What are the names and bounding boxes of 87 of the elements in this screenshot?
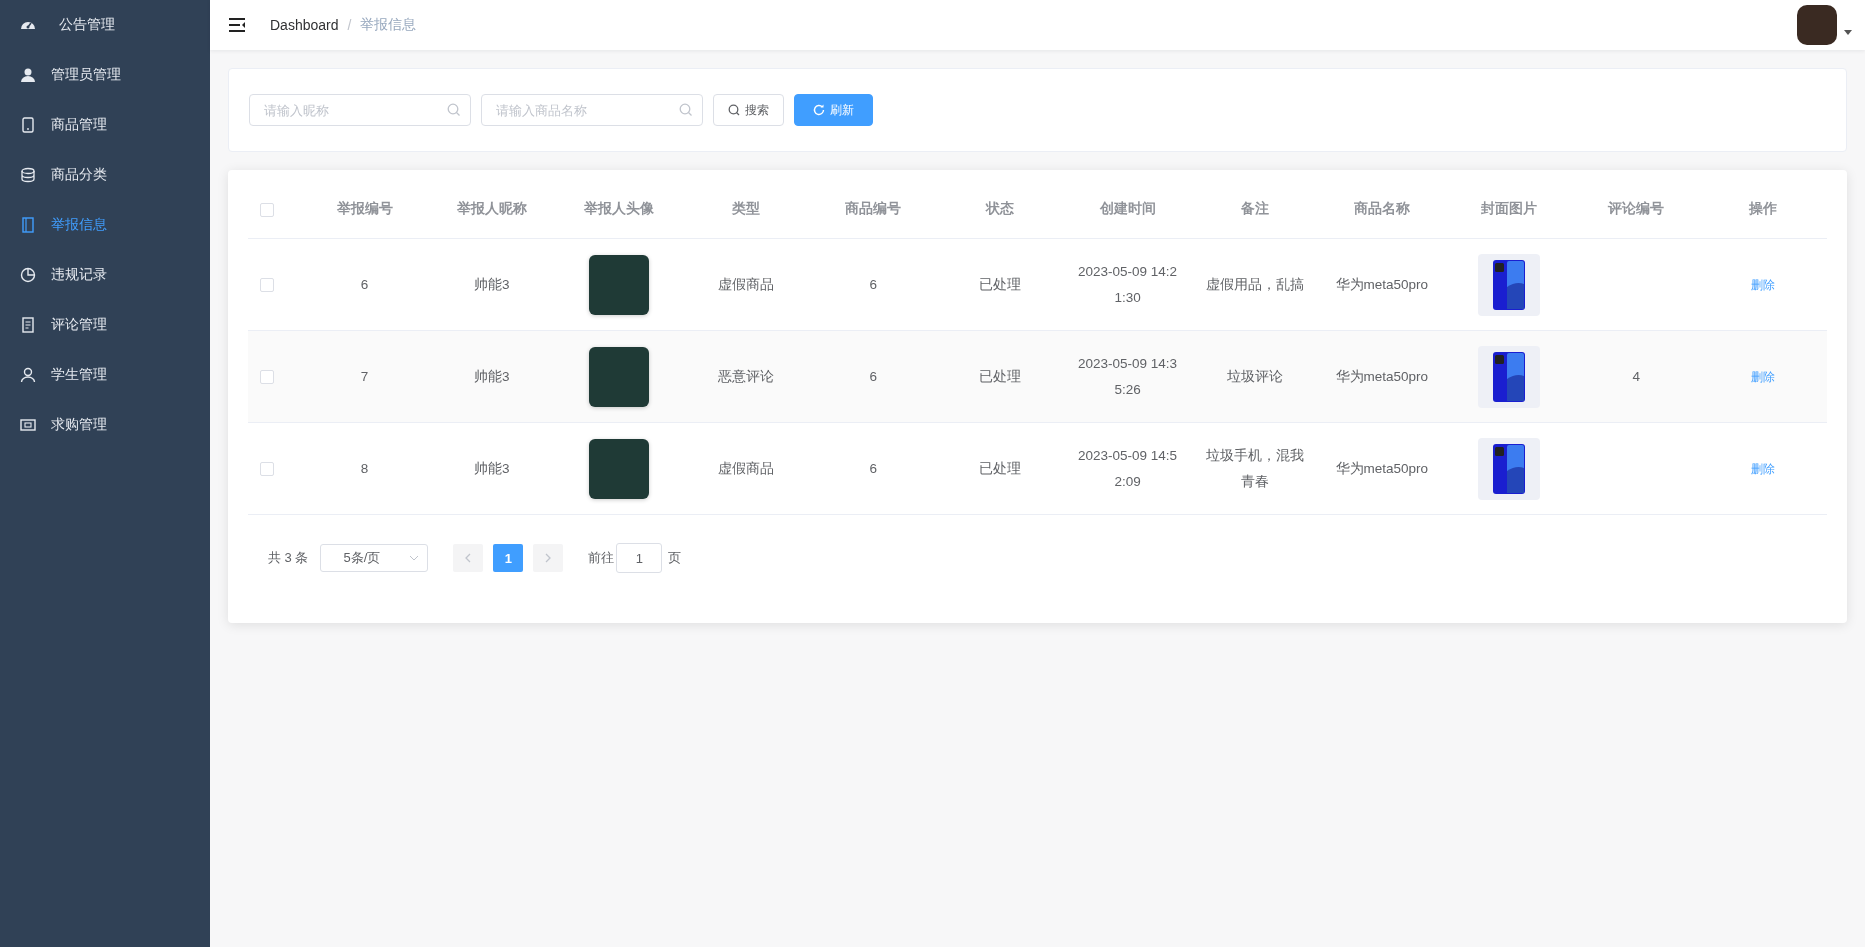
search-field[interactable]: 请输入昵称 [249, 94, 471, 126]
chevron-down-icon [409, 555, 420, 561]
phone-icon [20, 117, 36, 133]
photo-placeholder [588, 346, 649, 407]
total-count: 共 3 条 [268, 549, 309, 567]
table-cell: 2023-05-09 14:35:26 [1077, 355, 1178, 397]
sidebar-item[interactable]: 求购管理 [0, 400, 210, 450]
breadcrumb-link[interactable]: Dashboard [270, 17, 339, 33]
search-icon [679, 103, 693, 117]
search-icon [447, 103, 461, 117]
table-cell: 6 [360, 276, 369, 292]
pie-chart-icon [20, 267, 36, 283]
table-cell: 恶意评论 [718, 368, 775, 384]
photo-placeholder [588, 438, 649, 499]
search-button[interactable]: 搜索 [713, 94, 784, 126]
page-input[interactable]: 1 [616, 543, 663, 573]
page-size-select[interactable]: 5条/页 [320, 544, 429, 572]
chevron-right-icon [545, 553, 552, 563]
table-cell: 2023-05-09 14:21:30 [1077, 263, 1178, 305]
table-cell: 华为meta50pro [1335, 368, 1429, 384]
prev-page-button[interactable] [453, 544, 484, 572]
phone-image [1478, 345, 1540, 408]
breadcrumb-current: 举报信息 [360, 16, 417, 34]
refresh-icon [813, 104, 825, 116]
goto-label: 前往 [588, 549, 615, 567]
table-cell: 8 [360, 460, 369, 476]
table-cell: 6 [869, 460, 877, 476]
column-header: 类型 [732, 201, 761, 216]
table-cell: 已处理 [979, 368, 1022, 384]
select-all-checkbox[interactable] [260, 202, 274, 217]
column-header: 创建时间 [1099, 201, 1156, 216]
sidebar-item[interactable]: 商品管理 [0, 100, 210, 150]
table-cell: 4 [1632, 368, 1640, 384]
database-icon [20, 167, 36, 183]
column-header: 举报人头像 [583, 201, 654, 216]
row-checkbox[interactable] [260, 461, 274, 476]
column-header: 评论编号 [1608, 201, 1665, 216]
column-header: 封面图片 [1481, 201, 1537, 216]
table-cell: 已处理 [979, 276, 1022, 292]
search-field[interactable]: 请输入商品名称 [481, 94, 703, 126]
column-header: 举报人昵称 [456, 201, 527, 216]
sidebar-item[interactable]: 评论管理 [0, 300, 210, 350]
table-cell: 7 [360, 368, 369, 384]
column-header: 举报编号 [336, 201, 393, 216]
table-cell: 帅能3 [473, 368, 510, 384]
phone-image [1478, 437, 1540, 500]
table-cell: 已处理 [979, 460, 1022, 476]
user-icon [20, 67, 36, 83]
caret-down-icon [1843, 30, 1853, 36]
chevron-left-icon [465, 553, 472, 563]
next-page-button[interactable] [533, 544, 564, 572]
table-cell: 垃圾评论 [1226, 368, 1283, 384]
sidebar-item[interactable]: 违规记录 [0, 250, 210, 300]
person-icon [20, 367, 36, 383]
avatar-placeholder[interactable] [1797, 5, 1837, 45]
table-cell: 虚假用品，乱搞 [1205, 276, 1304, 292]
table-cell: 帅能3 [473, 460, 510, 476]
document-icon [20, 317, 36, 333]
table-cell: 华为meta50pro [1335, 460, 1429, 476]
sidebar-item[interactable]: 学生管理 [0, 350, 210, 400]
sidebar-item[interactable]: 举报信息 [0, 200, 210, 250]
phone-image [1478, 253, 1540, 316]
menu-toggle-icon [228, 17, 246, 33]
search-icon [728, 104, 740, 116]
table-cell: 6 [869, 276, 877, 292]
column-header: 商品编号 [845, 201, 902, 216]
column-header: 状态 [986, 201, 1015, 216]
book-icon [20, 217, 36, 233]
row-checkbox[interactable] [260, 369, 274, 384]
column-header: 商品名称 [1353, 201, 1410, 216]
breadcrumb-separator: / [347, 17, 352, 33]
table-cell: 2023-05-09 14:52:09 [1077, 447, 1178, 489]
sidebar-item[interactable]: 公告管理 [0, 0, 210, 50]
card-icon [20, 417, 36, 433]
page-suffix: 页 [668, 549, 682, 567]
table-cell: 华为meta50pro [1335, 276, 1429, 292]
column-header: 操作 [1749, 201, 1778, 216]
column-header: 备注 [1240, 201, 1269, 216]
sidebar-item[interactable]: 管理员管理 [0, 50, 210, 100]
table-cell: 虚假商品 [718, 460, 775, 476]
photo-placeholder [588, 254, 649, 315]
table-cell: 帅能3 [473, 276, 510, 292]
table-cell: 虚假商品 [718, 276, 775, 292]
table-cell: 6 [869, 368, 877, 384]
sidebar-item[interactable]: 商品分类 [0, 150, 210, 200]
row-checkbox[interactable] [260, 277, 274, 292]
table-cell: 垃圾手机，混我青春 [1205, 447, 1304, 489]
